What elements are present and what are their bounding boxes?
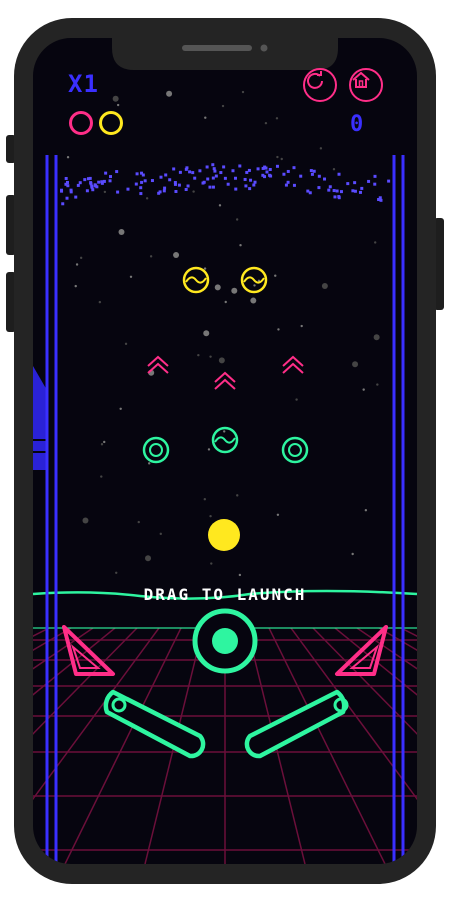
score-counter: 0 (350, 112, 364, 137)
restart-icon (307, 71, 323, 89)
speaker-grille (182, 45, 252, 51)
home-button[interactable] (349, 68, 383, 102)
pinball-ball (208, 519, 240, 551)
restart-button[interactable] (303, 68, 337, 102)
score-multiplier: X1 (68, 70, 99, 98)
game-screen: X1 0 DRAG TO LAUNCH (0, 0, 450, 900)
launcher[interactable] (192, 608, 258, 674)
ball-remaining-indicator (99, 111, 123, 135)
home-icon (352, 71, 370, 88)
playfield-svg (6, 18, 444, 884)
ball-remaining-indicator (69, 111, 93, 135)
launch-prompt: DRAG TO LAUNCH (143, 585, 307, 604)
phone-notch (112, 38, 338, 70)
front-camera (260, 44, 268, 52)
